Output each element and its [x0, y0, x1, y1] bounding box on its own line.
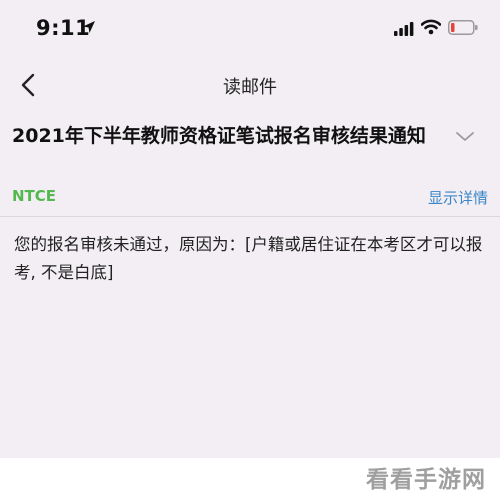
email-subject: 2021年下半年教师资格证笔试报名审核结果通知 — [12, 125, 426, 147]
signal-icon — [394, 21, 414, 40]
nav-bar: 读邮件 — [0, 60, 500, 110]
nav-title: 读邮件 — [223, 77, 277, 98]
watermark: 看看手游网 — [366, 467, 486, 493]
bottom-area: 看看手游网 — [0, 458, 500, 500]
show-details-link[interactable]: 显示详情 — [408, 187, 488, 208]
email-body: 您的报名审核未通过，原因为：[户籍或居住证在本考区才可以报考, 不是白底] — [14, 235, 483, 282]
expand-button[interactable] — [452, 126, 478, 148]
header-divider — [0, 216, 500, 217]
status-bar: 9:11 — [0, 0, 500, 58]
location-arrow-icon — [82, 19, 96, 38]
sender-name[interactable]: NTCE — [12, 187, 56, 205]
battery-low-icon — [448, 20, 478, 39]
wifi-icon — [420, 19, 442, 39]
chevron-down-icon — [452, 132, 478, 152]
